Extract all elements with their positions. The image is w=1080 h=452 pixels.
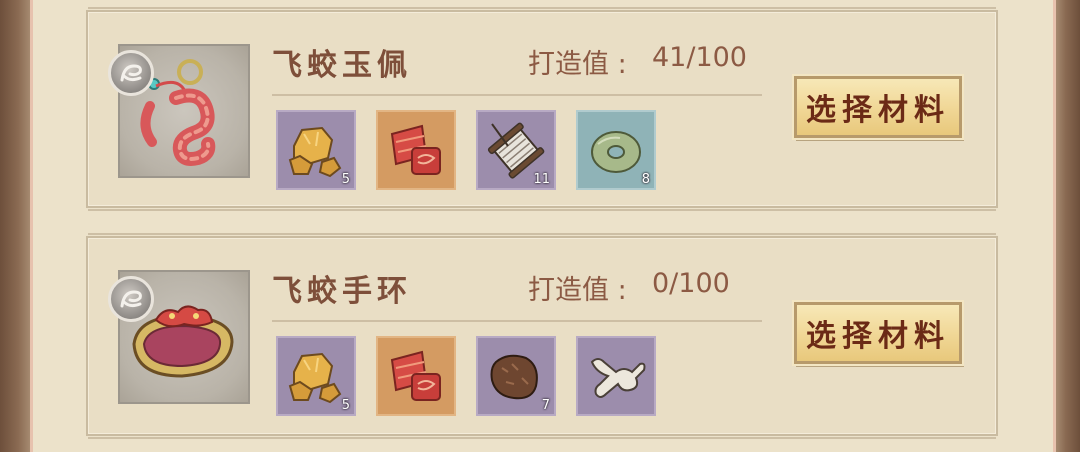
recipe-card-jade-pendant: 飞蛟玉佩 打造值 : 41/100 5 11 8 选择材料 — [86, 7, 998, 211]
left-frame — [0, 0, 30, 452]
red-silk-roll-icon — [390, 350, 441, 401]
material-count: 11 — [533, 172, 550, 187]
forge-value: 0/100 — [652, 268, 730, 299]
grade-badge-icon — [108, 50, 154, 96]
red-silk-roll-icon — [390, 124, 441, 175]
material-slot-thread-spool[interactable]: 11 — [476, 110, 556, 190]
material-slot-red-silk[interactable] — [376, 336, 456, 416]
material-slot-gold-ore[interactable]: 5 — [276, 336, 356, 416]
card-top-rule — [88, 233, 996, 235]
material-count: 7 — [541, 398, 550, 413]
card-bottom-rule — [88, 209, 996, 211]
material-count: 5 — [341, 398, 350, 413]
forge-value-label: 打造值 : — [528, 49, 627, 80]
bone-icon — [590, 358, 646, 398]
material-count: 8 — [641, 172, 650, 187]
card-top-rule — [88, 7, 996, 9]
grade-badge-icon — [108, 276, 154, 322]
material-count: 5 — [341, 172, 350, 187]
material-slot-red-silk[interactable] — [376, 110, 456, 190]
card-bottom-rule — [88, 437, 996, 439]
forge-value-label: 打造值 : — [528, 275, 627, 306]
material-slot-gold-ore[interactable]: 5 — [276, 110, 356, 190]
divider — [272, 320, 762, 322]
right-frame — [1056, 0, 1080, 452]
item-title: 飞蛟玉佩 — [272, 48, 412, 83]
recipe-card-bracelet: 飞蛟手环 打造值 : 0/100 5 7 选择材料 — [86, 233, 998, 439]
item-title: 飞蛟手环 — [272, 274, 412, 309]
material-slot-jade-disc[interactable]: 8 — [576, 110, 656, 190]
select-materials-button[interactable]: 选择材料 — [794, 302, 962, 364]
material-slot-bone[interactable] — [576, 336, 656, 416]
forge-value: 41/100 — [652, 42, 747, 73]
material-slot-fur-pelt[interactable]: 7 — [476, 336, 556, 416]
select-materials-button[interactable]: 选择材料 — [794, 76, 962, 138]
divider — [272, 94, 762, 96]
